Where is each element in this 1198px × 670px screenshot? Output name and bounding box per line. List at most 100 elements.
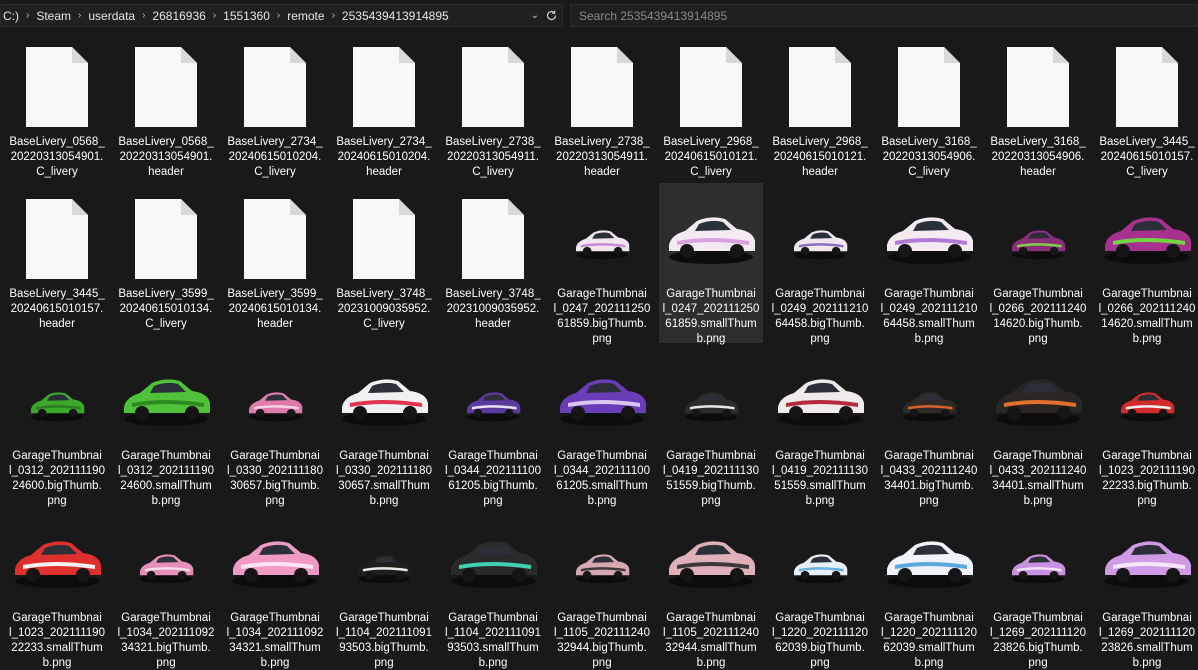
file-name-line: b.png [914, 657, 944, 669]
history-dropdown-icon[interactable]: ⌄ [531, 10, 539, 21]
file-item[interactable]: BaseLivery_3748_ 20231009035952. header [441, 183, 545, 335]
file-item[interactable]: BaseLivery_3168_ 20220313054906. header [986, 31, 1090, 183]
car-thumbnail-image [139, 554, 194, 584]
image-file-item[interactable]: GarageThumbnai l_0247_202111250 61859.bigT… [550, 183, 654, 345]
file-thumbnail [986, 507, 1090, 607]
file-item[interactable]: BaseLivery_2734_ 20240615010204. C_livery [223, 31, 327, 183]
breadcrumb-label: 26816936 [152, 8, 206, 23]
breadcrumb-item[interactable]: 26816936 › [152, 9, 223, 23]
file-name-line: png [810, 657, 830, 669]
image-file-item[interactable]: GarageThumbnai l_1034_202111092 34321.bigT… [114, 507, 218, 669]
chevron-right-icon[interactable]: › [206, 10, 223, 21]
chevron-right-icon[interactable]: › [270, 10, 287, 21]
file-name-line: 22233.smallThum [11, 642, 103, 654]
file-name-line: header [1020, 166, 1056, 178]
image-file-item[interactable]: GarageThumbnai l_0330_202111180 30657.smal… [332, 345, 436, 507]
image-file-item[interactable]: GarageThumbnai l_0433_202111240 34401.bigT… [877, 345, 981, 507]
file-name-line: l_1023_202111190 [9, 627, 105, 639]
document-icon [462, 199, 524, 279]
image-file-item[interactable]: GarageThumbnai l_1104_202111091 93503.smal… [441, 507, 545, 669]
file-name: GarageThumbnai l_0330_202111180 30657.smal… [332, 449, 436, 509]
chevron-right-icon[interactable]: › [19, 10, 36, 21]
image-file-item[interactable]: GarageThumbnai l_0247_202111250 61859.smal… [659, 183, 763, 345]
refresh-icon[interactable] [545, 9, 558, 22]
image-file-item[interactable]: GarageThumbnai l_0249_202111210 64458.bigT… [768, 183, 872, 345]
file-name: GarageThumbnai l_0419_202111130 51559.bigT… [659, 449, 763, 509]
file-name-line: GarageThumbnai [666, 288, 756, 300]
file-name-line: l_0312_202111190 [118, 465, 214, 477]
image-file-item[interactable]: GarageThumbnai l_0344_202111100 61205.bigT… [441, 345, 545, 507]
file-thumbnail [659, 345, 763, 445]
file-name: BaseLivery_3599_ 20240615010134. C_livery [114, 287, 218, 332]
file-name-line: l_1104_202111091 [445, 627, 541, 639]
file-item[interactable]: BaseLivery_2738_ 20220313054911. header [550, 31, 654, 183]
file-thumbnail [223, 507, 327, 607]
image-file-item[interactable]: GarageThumbnai l_0330_202111180 30657.bigT… [223, 345, 327, 507]
file-item[interactable]: BaseLivery_2738_ 20220313054911. C_livery [441, 31, 545, 183]
file-item[interactable]: BaseLivery_0568_ 20220313054901. C_livery [5, 31, 109, 183]
breadcrumb-item[interactable]: Steam › [36, 9, 88, 23]
document-icon [135, 199, 197, 279]
file-item[interactable]: BaseLivery_3445_ 20240615010157. C_livery [1095, 31, 1198, 183]
image-file-item[interactable]: GarageThumbnai l_0312_202111190 24600.bigT… [5, 345, 109, 507]
search-input[interactable] [571, 8, 1197, 23]
chevron-right-icon[interactable]: › [71, 10, 88, 21]
breadcrumb-item[interactable]: 2535439413914895 [342, 9, 449, 23]
image-file-item[interactable]: GarageThumbnai l_1220_202111120 62039.smal… [877, 507, 981, 669]
image-file-item[interactable]: GarageThumbnai l_1105_202111240 32944.smal… [659, 507, 763, 669]
image-file-item[interactable]: GarageThumbnai l_1269_202111120 23826.smal… [1095, 507, 1198, 669]
file-name-line: 23826.bigThumb. [993, 642, 1083, 654]
image-file-item[interactable]: GarageThumbnai l_1269_202111120 23826.bigT… [986, 507, 1090, 669]
image-file-item[interactable]: GarageThumbnai l_0433_202111240 34401.smal… [986, 345, 1090, 507]
file-item[interactable]: BaseLivery_2968_ 20240615010121. header [768, 31, 872, 183]
address-bar[interactable]: C:) › Steam › userdata › 26816936 › 1551360 › remo… [0, 4, 563, 27]
image-file-item[interactable]: GarageThumbnai l_0419_202111130 51559.bigT… [659, 345, 763, 507]
file-item[interactable]: BaseLivery_2734_ 20240615010204. header [332, 31, 436, 183]
file-name: GarageThumbnai l_0344_202111100 61205.smal… [550, 449, 654, 509]
breadcrumb-item[interactable]: userdata › [88, 9, 152, 23]
file-item[interactable]: BaseLivery_3445_ 20240615010157. header [5, 183, 109, 335]
image-file-item[interactable]: GarageThumbnai l_0344_202111100 61205.smal… [550, 345, 654, 507]
file-item[interactable]: BaseLivery_3748_ 20231009035952. C_livery [332, 183, 436, 335]
file-item[interactable]: BaseLivery_3168_ 20220313054906. C_livery [877, 31, 981, 183]
file-name-line: GarageThumbnai [1102, 612, 1192, 624]
breadcrumb-item[interactable]: 1551360 › [223, 9, 287, 23]
file-item[interactable]: BaseLivery_3599_ 20240615010134. C_livery [114, 183, 218, 335]
image-file-item[interactable]: GarageThumbnai l_0249_202111210 64458.smal… [877, 183, 981, 345]
image-file-item[interactable]: GarageThumbnai l_0312_202111190 24600.smal… [114, 345, 218, 507]
file-name-line: 32944.smallThum [665, 642, 757, 654]
breadcrumb-item[interactable]: remote › [287, 9, 342, 23]
car-thumbnail-image [1120, 392, 1175, 422]
image-file-item[interactable]: GarageThumbnai l_1105_202111240 32944.bigT… [550, 507, 654, 669]
file-thumbnail [768, 345, 872, 445]
image-file-item[interactable]: GarageThumbnai l_1023_202111190 22233.bigT… [1095, 345, 1198, 507]
file-name-line: BaseLivery_2738_ [445, 136, 541, 148]
file-item[interactable]: BaseLivery_2968_ 20240615010121. C_livery [659, 31, 763, 183]
chevron-right-icon[interactable]: › [135, 10, 152, 21]
file-name-line: l_1105_202111240 [554, 627, 650, 639]
file-thumbnail [5, 507, 109, 607]
file-name-line: l_0344_202111100 [554, 465, 650, 477]
file-name-line: 30657.smallThum [338, 480, 430, 492]
breadcrumb-item[interactable]: C:) › [3, 9, 36, 23]
file-name-line: b.png [478, 657, 508, 669]
image-file-item[interactable]: GarageThumbnai l_1023_202111190 22233.smal… [5, 507, 109, 669]
file-name-line: 93503.bigThumb. [339, 642, 429, 654]
file-name-line: l_1034_202111092 [226, 627, 324, 639]
image-file-item[interactable]: GarageThumbnai l_1034_202111092 34321.smal… [223, 507, 327, 669]
file-thumbnail [550, 345, 654, 445]
search-box[interactable] [570, 4, 1198, 27]
image-file-item[interactable]: GarageThumbnai l_1104_202111091 93503.bigT… [332, 507, 436, 669]
image-file-item[interactable]: GarageThumbnai l_1220_202111120 62039.bigT… [768, 507, 872, 670]
file-item[interactable]: BaseLivery_0568_ 20220313054901. header [114, 31, 218, 183]
file-name-line: png [592, 657, 612, 669]
chevron-right-icon[interactable]: › [325, 10, 342, 21]
file-name: GarageThumbnai l_1220_202111120 62039.bigT… [768, 611, 872, 670]
file-name-line: png [1028, 657, 1048, 669]
car-thumbnail-image [793, 554, 848, 584]
image-file-item[interactable]: GarageThumbnai l_0266_202111240 14620.bigT… [986, 183, 1090, 345]
file-name: BaseLivery_2968_ 20240615010121. header [768, 135, 872, 180]
image-file-item[interactable]: GarageThumbnai l_0419_202111130 51559.smal… [768, 345, 872, 507]
image-file-item[interactable]: GarageThumbnai l_0266_202111240 14620.smal… [1095, 183, 1198, 345]
file-item[interactable]: BaseLivery_3599_ 20240615010134. header [223, 183, 327, 335]
